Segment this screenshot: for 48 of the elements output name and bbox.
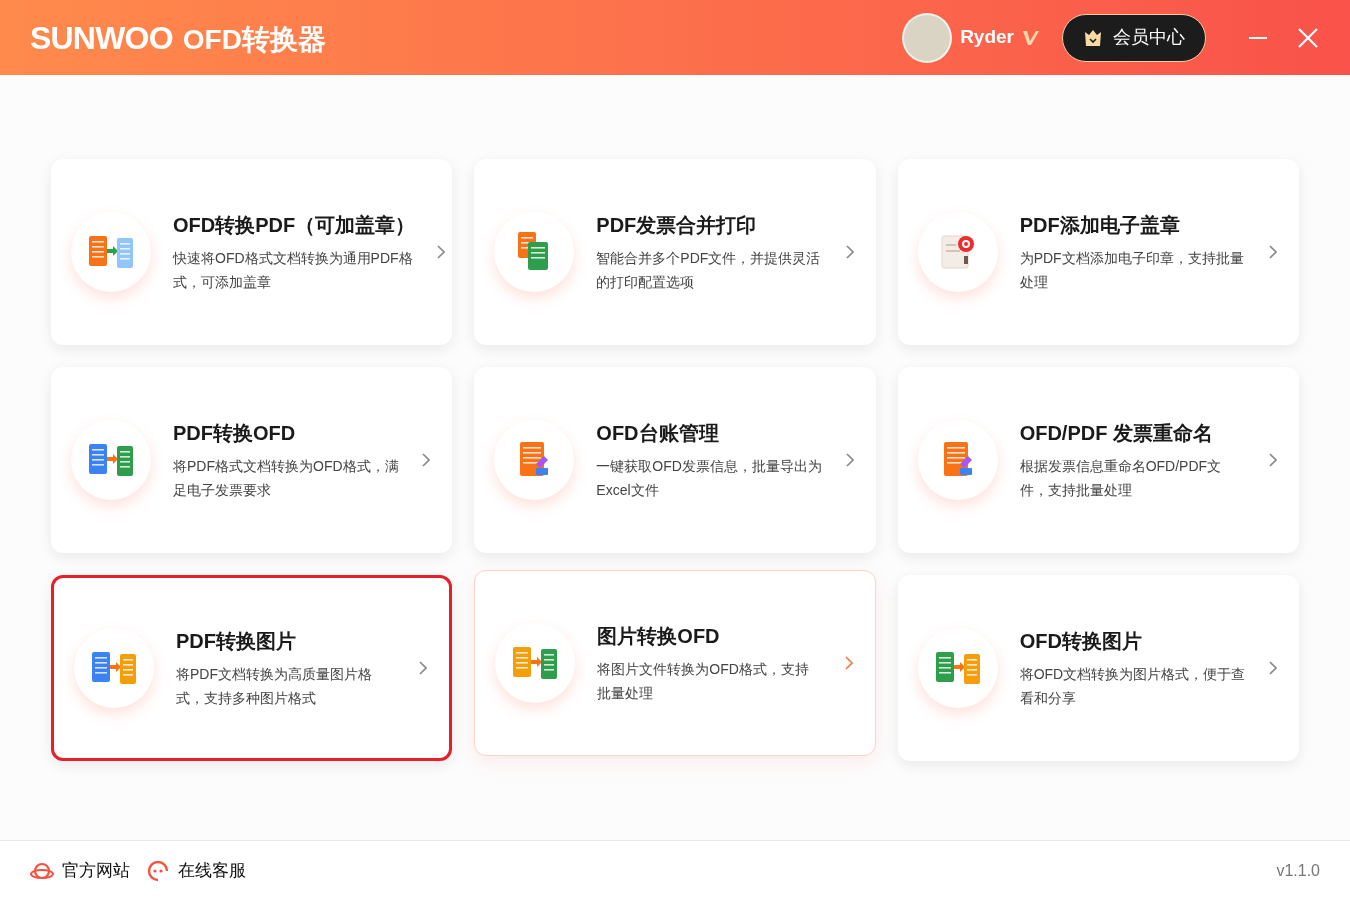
chevron-right-icon [844, 656, 853, 670]
tool-card[interactable]: OFD台账管理 一键获取OFD发票信息，批量导出为Excel文件 [474, 367, 876, 553]
tool-card[interactable]: PDF转换OFD 将PDF格式文档转换为OFD格式，满足电子发票要求 [51, 367, 453, 553]
tool-card[interactable]: OFD/PDF 发票重命名 根据发票信息重命名OFD/PDF文件，支持批量处理 [897, 367, 1299, 553]
card-description: 快速将OFD格式文档转换为通用PDF格式，可添加盖章 [173, 249, 414, 292]
card-title: PDF发票合并打印 [596, 213, 758, 238]
tool-card[interactable]: OFD转换图片 将OFD文档转换为图片格式，便于查看和分享 [897, 575, 1299, 761]
card-description: 智能合并多个PDF文件，并提供灵活的打印配置选项 [596, 249, 822, 292]
card-description: 将图片文件转换为OFD格式，支持批量处理 [597, 660, 810, 703]
card-title: OFD/PDF 发票重命名 [1019, 421, 1214, 446]
chevron-right-icon [422, 453, 431, 467]
card-description: 为PDF文档添加电子印章，支持批量处理 [1019, 249, 1245, 292]
app-title: OFD转换器 [182, 22, 326, 57]
card-title: OFD台账管理 [596, 421, 720, 446]
planet-icon [30, 860, 54, 881]
card-title: OFD转换PDF（可加盖章） [173, 213, 416, 238]
card-title: PDF转换OFD [173, 421, 297, 446]
chevron-right-icon [437, 245, 446, 259]
chevron-right-icon [1269, 245, 1277, 259]
chevron-right-icon [845, 245, 854, 259]
card-description: 一键获取OFD发票信息，批量导出为Excel文件 [596, 457, 823, 500]
footer-link[interactable]: 官方网站 [30, 857, 130, 884]
card-title: PDF添加电子盖章 [1019, 213, 1181, 238]
card-title: 图片转换OFD [597, 624, 721, 649]
version-label: v1.1.0 [1276, 860, 1320, 881]
chevron-right-icon [1269, 661, 1277, 675]
member-center-button[interactable]: 会员中心 [1062, 13, 1206, 62]
card-title: OFD转换图片 [1019, 629, 1143, 654]
tool-card[interactable]: OFD转换PDF（可加盖章） 快速将OFD格式文档转换为通用PDF格式，可添加盖章 [51, 159, 453, 345]
close-icon [1298, 27, 1318, 48]
card-description: 将PDF文档转换为高质量图片格式，支持多种图片格式 [176, 665, 373, 708]
card-description: 将PDF格式文档转换为OFD格式，满足电子发票要求 [173, 457, 400, 500]
close-button[interactable] [1296, 25, 1320, 50]
vip-icon [1022, 29, 1040, 46]
card-description: 根据发票信息重命名OFD/PDF文件，支持批量处理 [1019, 457, 1223, 500]
tool-card[interactable]: 图片转换OFD 将图片文件转换为OFD格式，支持批量处理 [474, 570, 876, 756]
tool-card[interactable]: PDF转换图片 将PDF文档转换为高质量图片格式，支持多种图片格式 [51, 575, 453, 761]
tool-card[interactable]: PDF添加电子盖章 为PDF文档添加电子印章，支持批量处理 [897, 159, 1299, 345]
tool-card[interactable]: PDF发票合并打印 智能合并多个PDF文件，并提供灵活的打印配置选项 [474, 159, 876, 345]
chevron-right-icon [845, 453, 854, 467]
brand-logo: SUNWOO [30, 18, 173, 58]
footer-link[interactable]: 在线客服 [146, 857, 246, 884]
card-title: PDF转换图片 [176, 629, 297, 654]
minimize-icon [1249, 36, 1267, 39]
chevron-right-icon [1269, 453, 1277, 467]
chevron-right-icon [419, 661, 428, 675]
card-description: 将OFD文档转换为图片格式，便于查看和分享 [1019, 665, 1247, 708]
chat-icon [146, 859, 170, 882]
